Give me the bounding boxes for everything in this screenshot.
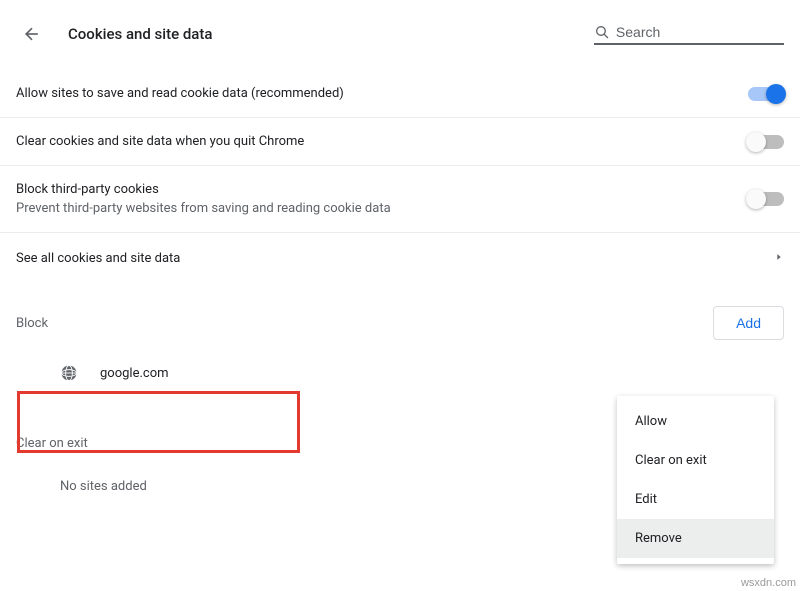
see-all-cookies-row[interactable]: See all cookies and site data	[0, 233, 800, 284]
toggle-knob	[746, 132, 766, 152]
allow-cookies-label: Allow sites to save and read cookie data…	[16, 86, 748, 101]
arrow-left-icon	[22, 24, 42, 44]
globe-icon	[60, 364, 78, 382]
menu-edit[interactable]: Edit	[617, 480, 774, 519]
clear-on-quit-label: Clear cookies and site data when you qui…	[16, 134, 748, 149]
search-icon	[594, 23, 610, 41]
menu-allow[interactable]: Allow	[617, 402, 774, 441]
block-third-party-toggle[interactable]	[748, 192, 784, 206]
add-button[interactable]: Add	[713, 306, 784, 340]
row-allow-cookies: Allow sites to save and read cookie data…	[0, 56, 800, 118]
clear-on-quit-toggle[interactable]	[748, 135, 784, 149]
menu-remove[interactable]: Remove	[617, 519, 774, 558]
search-field[interactable]	[594, 23, 784, 45]
block-third-party-label: Block third-party cookies	[16, 182, 748, 197]
chevron-right-icon	[774, 251, 784, 266]
blocked-site-row[interactable]: google.com	[0, 350, 800, 396]
back-button[interactable]	[16, 18, 48, 50]
blocked-site-name: google.com	[100, 366, 169, 381]
block-section-label: Block	[16, 316, 713, 331]
menu-clear-on-exit[interactable]: Clear on exit	[617, 441, 774, 480]
row-block-third-party: Block third-party cookies Prevent third-…	[0, 166, 800, 233]
allow-cookies-toggle[interactable]	[748, 87, 784, 101]
page-title: Cookies and site data	[68, 25, 212, 43]
toggle-knob	[746, 189, 766, 209]
block-section-header: Block Add	[0, 284, 800, 340]
context-menu: Allow Clear on exit Edit Remove	[617, 396, 774, 564]
toggle-knob	[766, 84, 786, 104]
search-input[interactable]	[616, 24, 784, 40]
row-clear-on-quit: Clear cookies and site data when you qui…	[0, 118, 800, 166]
watermark: wsxdn.com	[741, 577, 796, 589]
header: Cookies and site data	[0, 0, 800, 56]
block-third-party-sub: Prevent third-party websites from saving…	[16, 201, 748, 216]
see-all-cookies-label: See all cookies and site data	[16, 251, 180, 266]
